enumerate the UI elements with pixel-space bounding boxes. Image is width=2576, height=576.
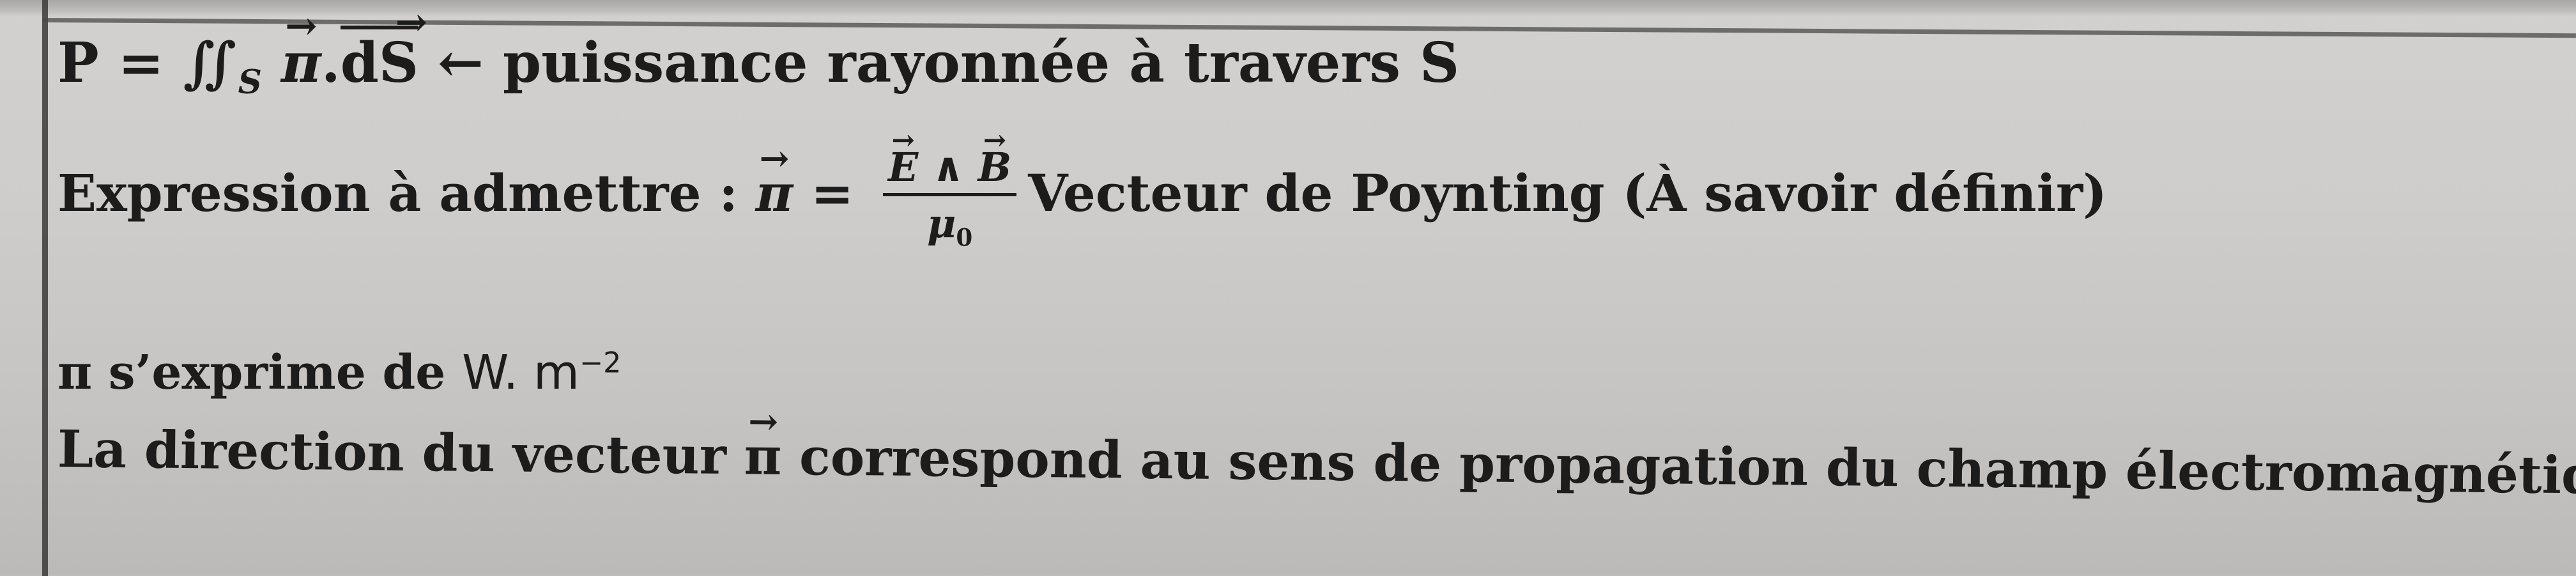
poynting-name: Vecteur de Poynting (À savoir définir) bbox=[1028, 163, 2107, 224]
unit-line: π s’exprime de W. m−2 bbox=[57, 345, 621, 400]
surface-subscript: S bbox=[238, 63, 262, 102]
power-formula-line: P = ∬S π.dS ← puissance rayonnée à trave… bbox=[57, 0, 1460, 102]
unit-exponent: −2 bbox=[579, 346, 622, 380]
power-lhs: P = ∬ bbox=[57, 31, 238, 95]
equals-sign: = bbox=[793, 163, 871, 224]
unit-value: W. m bbox=[462, 345, 579, 400]
poynting-fraction: E ∧ Bμ0 bbox=[883, 144, 1017, 252]
direction-text-a: La direction du vecteur bbox=[57, 419, 745, 486]
poynting-vector-symbol: π bbox=[281, 31, 321, 95]
mu-symbol: μ bbox=[926, 200, 956, 247]
direction-text-b: correspond au sens de propagation du cha… bbox=[781, 426, 2576, 507]
surface-element-vector: dS bbox=[340, 0, 427, 95]
electric-field-vector: E bbox=[888, 144, 918, 191]
mu-subscript: 0 bbox=[956, 223, 973, 252]
left-margin-rule bbox=[42, 0, 48, 576]
wedge-operator: ∧ bbox=[918, 144, 978, 191]
poynting-vector-symbol: π bbox=[756, 163, 793, 223]
dot-operator: . bbox=[321, 31, 341, 95]
direction-line: La direction du vecteur π correspond au … bbox=[57, 419, 2576, 506]
expression-label: Expression à admettre : bbox=[57, 163, 756, 224]
poynting-vector-symbol: π bbox=[744, 426, 782, 486]
poynting-expression-line: Expression à admettre : π = E ∧ Bμ0Vecte… bbox=[57, 144, 2107, 251]
power-description: puissance rayonnée à travers S bbox=[502, 31, 1460, 95]
unit-label: π s’exprime de bbox=[57, 345, 463, 400]
left-arrow: ← bbox=[437, 31, 503, 95]
page-top-edge bbox=[0, 0, 2576, 17]
magnetic-field-vector: B bbox=[978, 144, 1011, 191]
